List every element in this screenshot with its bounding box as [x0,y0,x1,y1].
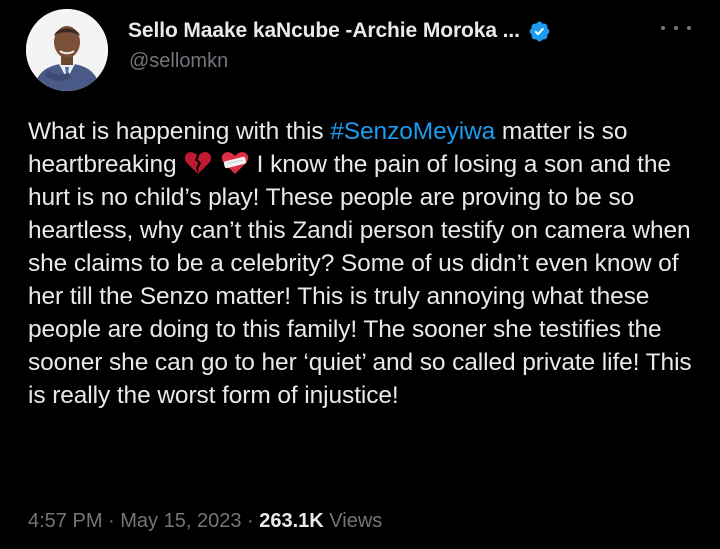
avatar[interactable] [26,9,108,91]
meta-separator: · [102,510,121,532]
broken-heart-icon [184,150,212,176]
tweet: Sello Maake kaNcube -Archie Moroka ... @… [0,0,720,549]
author-name-row: Sello Maake kaNcube -Archie Moroka ... [128,17,551,45]
display-name[interactable]: Sello Maake kaNcube -Archie Moroka ... [128,19,520,43]
author-handle[interactable]: @sellomkn [129,50,228,73]
tweet-text-part: I know the pain of losing a son and the … [28,151,692,409]
meta-separator: · [241,510,260,532]
views-count[interactable]: 263.1K [259,510,324,532]
avatar-photo-icon [26,9,108,91]
tweet-text-part: What is happening with this [28,118,331,145]
tweet-date[interactable]: May 15, 2023 [120,510,241,532]
tweet-meta: 4:57 PM · May 15, 2023 · 263.1K Views [28,510,382,533]
hashtag-link[interactable]: #SenzoMeyiwa [330,118,495,145]
more-options-icon[interactable] [661,20,691,36]
tweet-time[interactable]: 4:57 PM [28,510,102,532]
verified-badge-icon[interactable] [528,20,551,43]
views-label: Views [323,510,383,532]
mending-heart-icon [221,150,249,176]
tweet-text: What is happening with this #SenzoMeyiwa… [28,115,698,412]
